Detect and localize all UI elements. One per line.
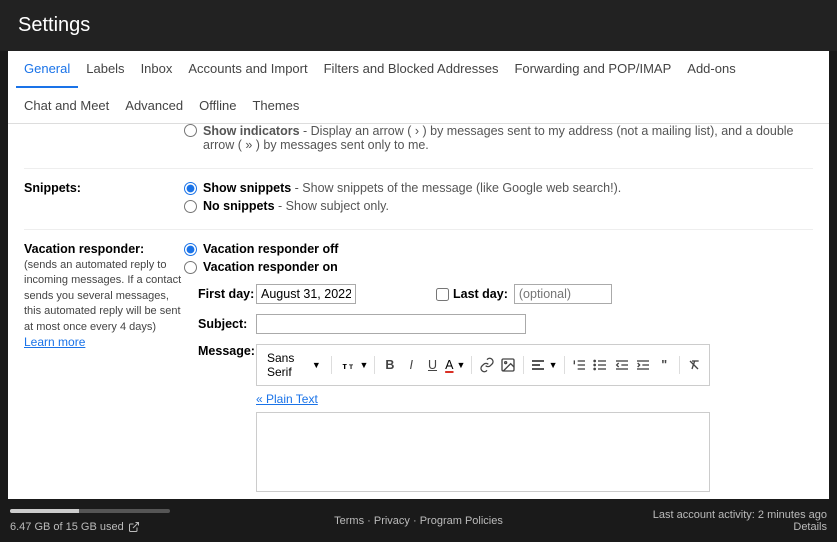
bold-button[interactable]: B [381,354,398,376]
radio-show-snippets[interactable] [184,182,197,195]
last-day-input[interactable] [514,284,612,304]
tab-addons[interactable]: Add-ons [679,51,743,88]
message-label: Message: [198,344,256,358]
tab-labels[interactable]: Labels [78,51,132,88]
page-title: Settings [18,14,90,36]
indent-less-button[interactable] [613,354,630,376]
tab-offline[interactable]: Offline [191,88,244,123]
section-indicators: Show indicators - Display an arrow ( › )… [24,124,813,169]
svg-text:T: T [349,364,353,371]
numbered-list-button[interactable] [570,354,587,376]
font-size-dropdown[interactable]: тT ▼ [338,354,369,376]
storage-text: 6.47 GB of 15 GB used [10,521,124,533]
tab-forwarding[interactable]: Forwarding and POP/IMAP [506,51,679,88]
storage-bar [10,509,170,513]
section-vacation: Vacation responder: (sends an automated … [24,230,813,499]
vacation-help: (sends an automated reply to incoming me… [24,258,184,335]
radio-show-indicators[interactable] [184,124,197,137]
settings-tabs: General Labels Inbox Accounts and Import… [8,51,829,124]
snippets-title: Snippets: [24,181,81,195]
tab-advanced[interactable]: Advanced [117,88,191,123]
footer-links[interactable]: Terms · Privacy · Program Policies [334,515,503,527]
last-day-label: Last day: [453,287,508,301]
tab-chat[interactable]: Chat and Meet [16,88,117,123]
tab-general[interactable]: General [16,51,78,88]
external-link-icon[interactable] [128,521,140,533]
subject-label: Subject: [198,317,256,331]
details-link[interactable]: Details [653,521,827,533]
tab-accounts[interactable]: Accounts and Import [180,51,315,88]
svg-text:т: т [342,361,347,371]
show-snippets-label: Show snippets [203,181,291,195]
italic-button[interactable]: I [403,354,420,376]
radio-no-snippets[interactable] [184,200,197,213]
chevron-down-icon: ▼ [312,360,321,370]
tab-filters[interactable]: Filters and Blocked Addresses [316,51,507,88]
settings-header: Settings [0,0,837,51]
remove-formatting-button[interactable] [686,354,703,376]
radio-vacation-on[interactable] [184,261,197,274]
vacation-title: Vacation responder: [24,242,144,256]
tab-themes[interactable]: Themes [244,88,307,123]
settings-content: Show indicators - Display an arrow ( › )… [8,124,829,499]
learn-more-link[interactable]: Learn more [24,335,85,349]
font-family-dropdown[interactable]: Sans Serif ▼ [263,349,325,381]
image-button[interactable] [500,354,517,376]
editor-toolbar: Sans Serif ▼ тT ▼ B I U [256,344,710,386]
message-editor[interactable] [256,412,710,492]
show-snippets-desc: - Show snippets of the message (like Goo… [291,181,621,195]
vacation-on-label: Vacation responder on [203,260,338,274]
subject-input[interactable] [256,314,526,334]
chevron-down-icon: ▼ [457,360,466,370]
no-snippets-label: No snippets [203,199,275,213]
bullet-list-button[interactable] [592,354,609,376]
section-snippets: Snippets: Show snippets - Show snippets … [24,169,813,230]
last-day-checkbox[interactable] [436,288,449,301]
quote-button[interactable]: " [656,354,673,376]
link-button[interactable] [478,354,495,376]
indicators-label: Show indicators [203,124,300,138]
no-snippets-desc: - Show subject only. [275,199,389,213]
vacation-off-label: Vacation responder off [203,242,338,256]
first-day-input[interactable] [256,284,356,304]
font-size-icon: тT [338,354,360,376]
tab-inbox[interactable]: Inbox [133,51,181,88]
chevron-down-icon: ▼ [360,360,369,370]
text-color-button[interactable]: A ▼ [445,358,465,372]
chevron-down-icon: ▼ [549,360,558,370]
main-panel: General Labels Inbox Accounts and Import… [8,51,829,499]
radio-vacation-off[interactable] [184,243,197,256]
underline-button[interactable]: U [424,354,441,376]
indent-more-button[interactable] [634,354,651,376]
plain-text-link[interactable]: « Plain Text [256,392,318,406]
activity-text: Last account activity: 2 minutes ago [653,509,827,521]
align-button[interactable]: ▼ [530,357,558,373]
first-day-label: First day: [198,287,256,301]
footer: 6.47 GB of 15 GB used Terms · Privacy · … [0,499,837,539]
